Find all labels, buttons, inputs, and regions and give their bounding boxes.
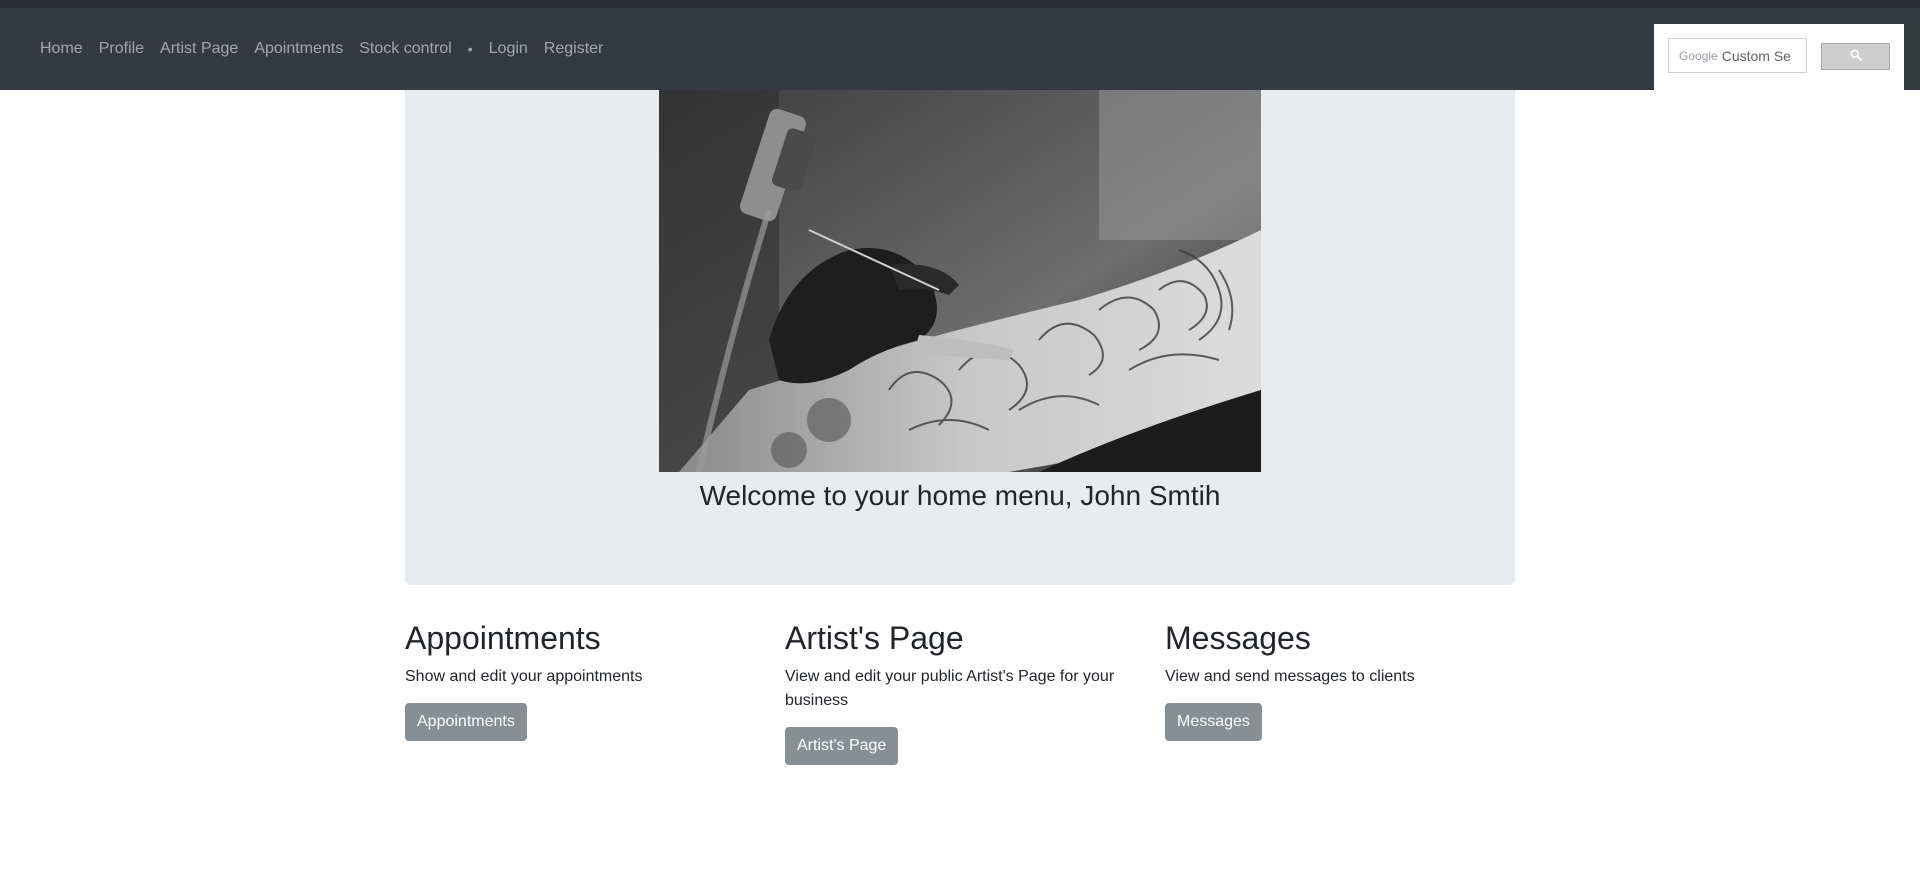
card-description: View and send messages to clients bbox=[1165, 668, 1415, 685]
welcome-heading: Welcome to your home menu, John Smtih bbox=[699, 480, 1221, 511]
nav-home[interactable]: Home bbox=[40, 40, 83, 58]
card-title: Messages bbox=[1165, 620, 1311, 656]
custom-search-box: Google Custom Se bbox=[1654, 24, 1904, 91]
nav-stock-control[interactable]: Stock control bbox=[359, 40, 451, 58]
hero-image bbox=[659, 90, 1261, 472]
search-button[interactable] bbox=[1821, 43, 1890, 70]
card-title: Artist's Page bbox=[785, 620, 964, 656]
card-messages: Messages View and send messages to clien… bbox=[1165, 615, 1515, 741]
appointments-button[interactable]: Appointments bbox=[405, 703, 527, 741]
search-placeholder: Custom Se bbox=[1721, 47, 1791, 64]
search-icon bbox=[1850, 48, 1862, 66]
nav-apointments[interactable]: Apointments bbox=[254, 40, 343, 58]
card-appointments: Appointments Show and edit your appointm… bbox=[405, 615, 755, 741]
nav-divider: • bbox=[467, 41, 473, 57]
search-input[interactable]: Google Custom Se bbox=[1668, 38, 1807, 73]
card-title: Appointments bbox=[405, 620, 601, 656]
tattoo-photo-illustration bbox=[659, 90, 1261, 472]
nav-register[interactable]: Register bbox=[544, 40, 604, 58]
jumbotron: Welcome to your home menu, John Smtih bbox=[405, 90, 1515, 585]
card-description: View and edit your public Artist's Page … bbox=[785, 668, 1115, 709]
browser-top-strip bbox=[0, 0, 1920, 8]
nav-artist-page[interactable]: Artist Page bbox=[160, 40, 238, 58]
nav-links: Home Profile Artist Page Apointments Sto… bbox=[40, 8, 619, 90]
nav-login[interactable]: Login bbox=[489, 40, 528, 58]
nav-profile[interactable]: Profile bbox=[99, 40, 144, 58]
artists-page-button[interactable]: Artist's Page bbox=[785, 727, 899, 765]
card-artists-page: Artist's Page View and edit your public … bbox=[785, 615, 1135, 765]
card-description: Show and edit your appointments bbox=[405, 668, 643, 685]
navbar: Home Profile Artist Page Apointments Sto… bbox=[0, 8, 1920, 91]
search-brand: Google bbox=[1679, 48, 1718, 63]
messages-button[interactable]: Messages bbox=[1165, 703, 1262, 741]
